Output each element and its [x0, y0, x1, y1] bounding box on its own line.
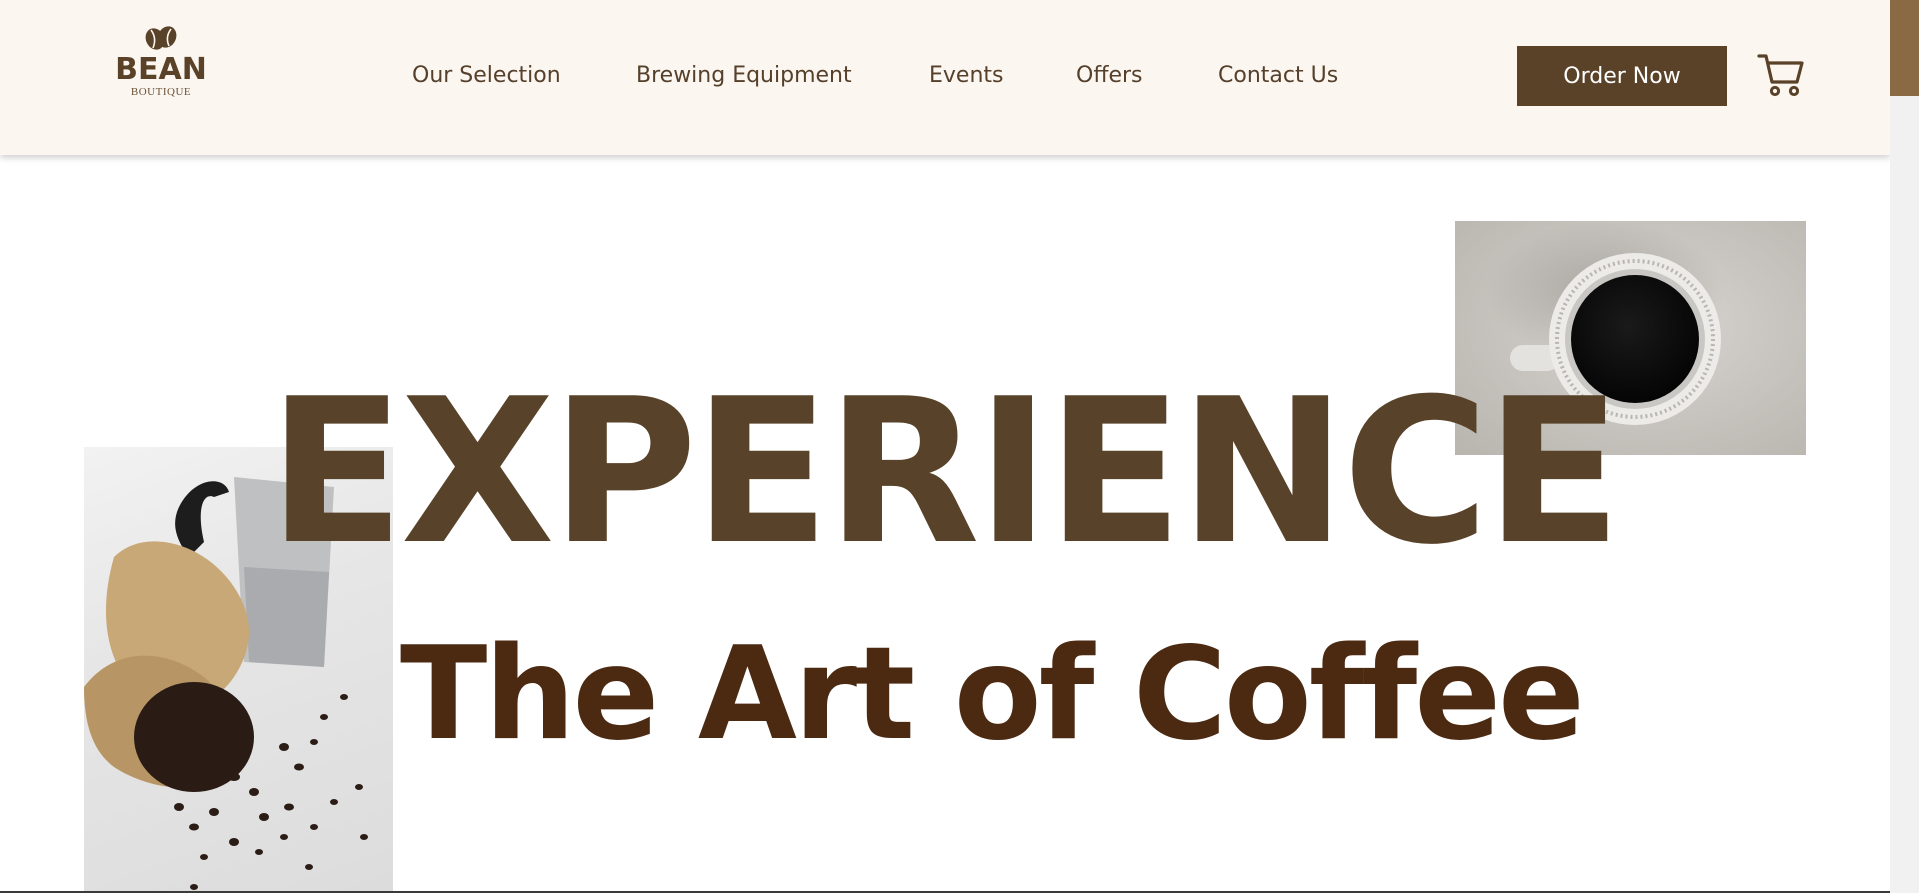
- hero-headline: EXPERIENCE: [268, 356, 1622, 589]
- page: BEAN BOUTIQUE Our Selection Brewing Equi…: [0, 0, 1919, 893]
- order-now-button[interactable]: Order Now: [1517, 46, 1727, 106]
- scrollbar-thumb[interactable]: [1890, 0, 1919, 96]
- coffee-bean-icon: [145, 26, 177, 50]
- nav-our-selection[interactable]: Our Selection: [412, 58, 561, 94]
- nav-contact-us[interactable]: Contact Us: [1218, 58, 1338, 94]
- nav-events[interactable]: Events: [929, 58, 1004, 94]
- brand-tagline: BOUTIQUE: [130, 86, 192, 98]
- shopping-cart-icon[interactable]: [1757, 52, 1805, 98]
- nav-offers[interactable]: Offers: [1076, 58, 1143, 94]
- hero-subheadline: The Art of Coffee: [400, 620, 1585, 769]
- nav-brewing-equipment[interactable]: Brewing Equipment: [636, 58, 852, 94]
- brand-name: BEAN: [115, 52, 207, 87]
- scrollbar[interactable]: [1890, 0, 1919, 893]
- site-header: BEAN BOUTIQUE Our Selection Brewing Equi…: [0, 0, 1890, 155]
- brand-logo[interactable]: BEAN BOUTIQUE: [112, 24, 210, 98]
